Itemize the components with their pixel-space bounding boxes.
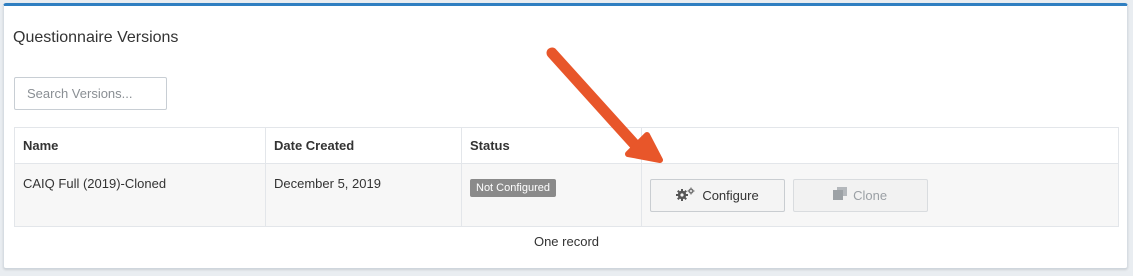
status-cell: Not Configured <box>461 163 642 227</box>
record-count: One record <box>533 234 600 249</box>
search-versions-input[interactable] <box>14 77 167 110</box>
versions-table: Name Date Created Status CAIQ Full (2019… <box>14 127 1119 227</box>
configure-button[interactable]: Configure <box>650 178 785 212</box>
table-header-row: Name Date Created Status <box>14 127 1119 164</box>
table-row: CAIQ Full (2019)-Cloned December 5, 2019… <box>14 163 1119 227</box>
panel-title: Questionnaire Versions <box>13 29 179 46</box>
column-header-status[interactable]: Status <box>461 127 642 164</box>
status-badge: Not Configured <box>470 179 556 197</box>
clone-button[interactable]: Clone <box>792 178 928 212</box>
column-header-actions <box>641 127 1119 164</box>
date-created-cell: December 5, 2019 <box>265 163 462 227</box>
actions-cell: Configure Clone <box>641 163 1119 227</box>
copy-icon <box>833 187 848 203</box>
clone-button-label: Clone <box>853 187 888 203</box>
gears-icon <box>676 187 696 204</box>
questionnaire-versions-panel: Questionnaire Versions Name Date Created… <box>3 3 1128 269</box>
column-header-name[interactable]: Name <box>14 127 266 164</box>
configure-button-label: Configure <box>702 187 759 203</box>
version-name-cell: CAIQ Full (2019)-Cloned <box>14 163 266 227</box>
column-header-date-created[interactable]: Date Created <box>265 127 462 164</box>
